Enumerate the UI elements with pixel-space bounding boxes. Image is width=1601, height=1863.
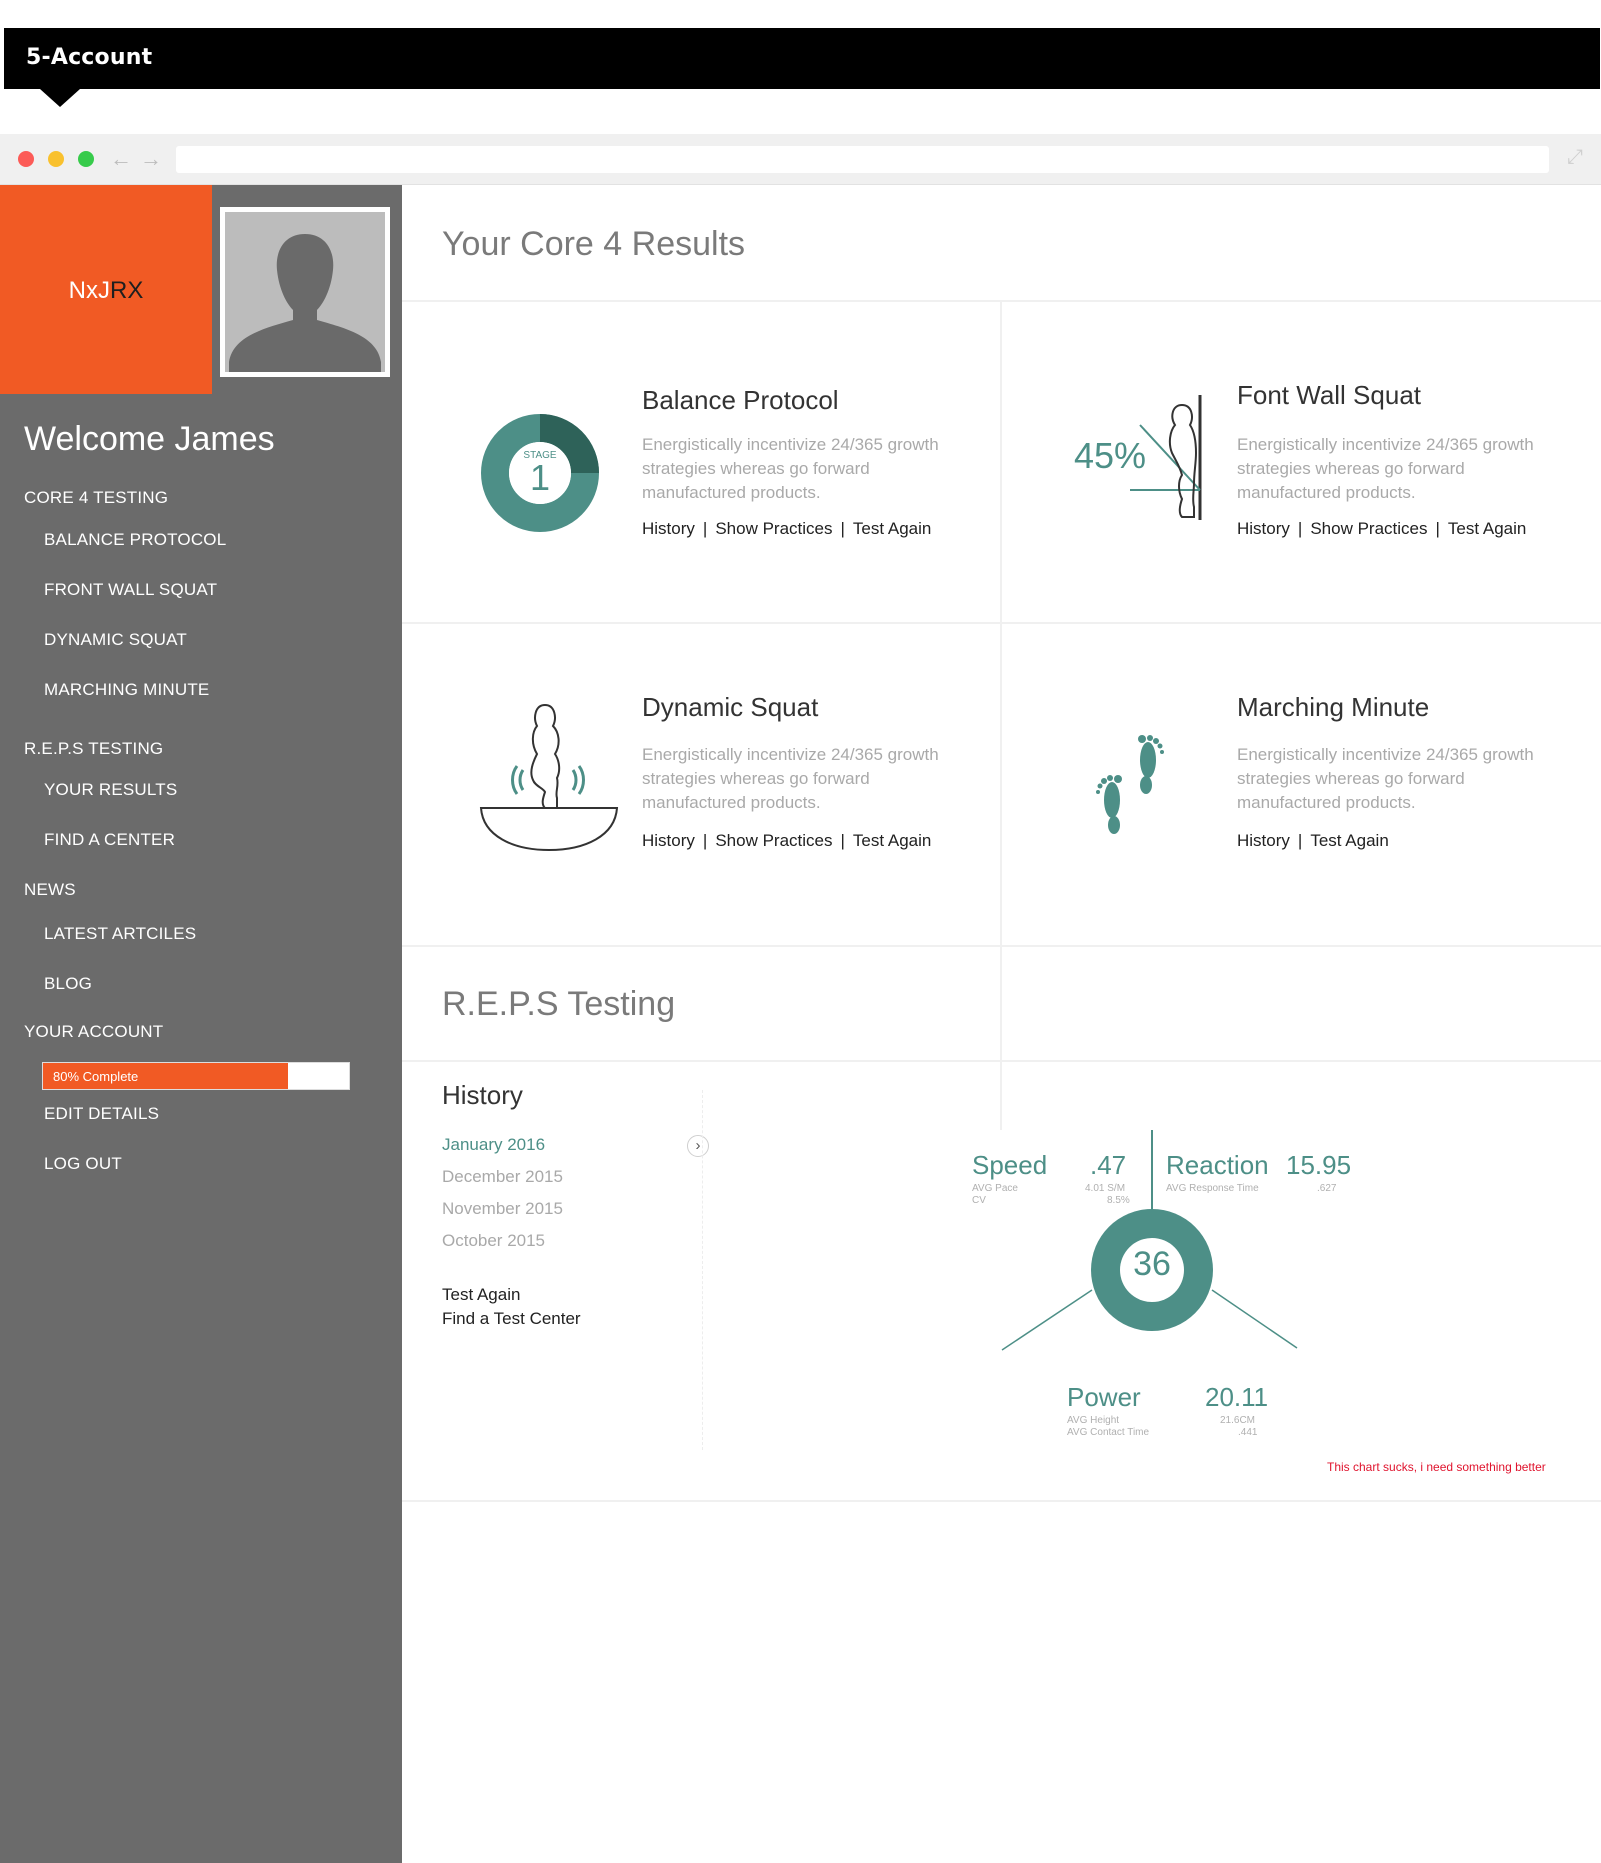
reaction-label: Reaction bbox=[1166, 1150, 1269, 1180]
reps-center-value: 36 bbox=[1133, 1245, 1171, 1283]
test-again-link[interactable]: Test Again bbox=[853, 519, 931, 538]
wall-squat-figure-icon bbox=[1130, 395, 1202, 520]
card-title-balance-protocol: Balance Protocol bbox=[642, 385, 839, 415]
card-title-font-wall-squat: Font Wall Squat bbox=[1237, 380, 1422, 410]
test-again-link[interactable]: Test Again bbox=[853, 831, 931, 850]
history-month-november-2015[interactable]: November 2015 bbox=[442, 1199, 563, 1219]
reaction-value: 15.95 bbox=[1286, 1150, 1352, 1180]
card-links-balance-protocol: History | Show Practices | Test Again bbox=[642, 519, 932, 538]
sidebar-item-marching-minute[interactable]: MARCHING MINUTE bbox=[44, 680, 209, 700]
speed-sub-val1: 4.01 S/M bbox=[1085, 1183, 1126, 1194]
card-title-dynamic-squat: Dynamic Squat bbox=[642, 692, 819, 722]
history-link[interactable]: History bbox=[1237, 831, 1290, 850]
footprints-icon bbox=[1096, 735, 1164, 834]
card-desc-marching-minute: Energistically incentivize 24/365 growth… bbox=[1237, 745, 1534, 812]
history-divider bbox=[702, 1090, 703, 1450]
history-link[interactable]: History bbox=[642, 519, 695, 538]
page-header: 5-Account bbox=[4, 28, 1600, 107]
avatar[interactable] bbox=[220, 207, 390, 377]
header-pointer bbox=[40, 89, 80, 107]
speed-sub-val2: 8.5% bbox=[1107, 1195, 1130, 1206]
sidebar-item-edit-details[interactable]: EDIT DETAILS bbox=[44, 1104, 159, 1124]
sidebar-item-log-out[interactable]: LOG OUT bbox=[44, 1154, 122, 1174]
card-desc-balance-protocol: Energistically incentivize 24/365 growth… bbox=[642, 435, 939, 502]
sidebar-item-latest-articles[interactable]: LATEST ARTCILES bbox=[44, 924, 196, 944]
card-links-marching-minute: History | Test Again bbox=[1237, 831, 1389, 850]
expand-icon[interactable]: ⤢ bbox=[1567, 146, 1583, 169]
progress-label: 80% Complete bbox=[53, 1068, 139, 1084]
chart-spoke-right bbox=[1211, 1289, 1298, 1349]
divider bbox=[402, 1060, 1601, 1062]
close-window-button[interactable] bbox=[18, 151, 34, 167]
card-links-font-wall-squat: History | Show Practices | Test Again bbox=[1237, 519, 1527, 538]
find-test-center-link[interactable]: Find a Test Center bbox=[442, 1309, 581, 1329]
speed-sub2: CV bbox=[972, 1195, 986, 1206]
power-sub-val2: .441 bbox=[1238, 1427, 1258, 1438]
reps-stats-chart bbox=[1001, 1130, 1298, 1351]
test-again-link[interactable]: Test Again bbox=[1310, 831, 1388, 850]
speed-label: Speed bbox=[972, 1150, 1048, 1180]
nav-section-your-account[interactable]: YOUR ACCOUNT bbox=[24, 1022, 163, 1042]
history-link[interactable]: History bbox=[642, 831, 695, 850]
brand-logo[interactable]: NxJRX bbox=[0, 277, 212, 305]
card-links-dynamic-squat: History | Show Practices | Test Again bbox=[642, 831, 932, 850]
reps-title: R.E.P.S Testing bbox=[442, 985, 676, 1023]
card-desc-dynamic-squat: Energistically incentivize 24/365 growth… bbox=[642, 745, 939, 812]
card-desc-font-wall-squat: Energistically incentivize 24/365 growth… bbox=[1237, 435, 1534, 502]
history-month-october-2015[interactable]: October 2015 bbox=[442, 1231, 545, 1251]
nav-section-news[interactable]: NEWS bbox=[24, 880, 76, 900]
sidebar-item-balance-protocol[interactable]: BALANCE PROTOCOL bbox=[44, 530, 226, 550]
sidebar-item-your-results[interactable]: YOUR RESULTS bbox=[44, 780, 177, 800]
power-sub2: AVG Contact Time bbox=[1067, 1427, 1150, 1438]
card-divider bbox=[1000, 302, 1002, 1130]
reaction-sub1: AVG Response Time bbox=[1166, 1183, 1259, 1194]
power-sub-val1: 21.6CM bbox=[1220, 1415, 1256, 1426]
show-practices-link[interactable]: Show Practices bbox=[1310, 519, 1427, 538]
card-title-marching-minute: Marching Minute bbox=[1237, 692, 1430, 722]
show-practices-link[interactable]: Show Practices bbox=[715, 519, 832, 538]
sidebar-item-blog[interactable]: BLOG bbox=[44, 974, 92, 994]
speed-sub1: AVG Pace bbox=[972, 1183, 1018, 1194]
sidebar-item-find-a-center[interactable]: FIND A CENTER bbox=[44, 830, 175, 850]
arrow-right-icon[interactable]: → bbox=[140, 146, 162, 172]
speed-value: .47 bbox=[1090, 1150, 1127, 1180]
power-sub1: AVG Height bbox=[1067, 1415, 1120, 1426]
stage-value: 1 bbox=[529, 457, 551, 498]
divider bbox=[402, 945, 1601, 947]
chevron-right-icon[interactable]: › bbox=[687, 1135, 709, 1157]
core-results-title: Your Core 4 Results bbox=[442, 225, 746, 263]
page-title: 5-Account bbox=[26, 45, 153, 70]
divider bbox=[402, 622, 1601, 624]
history-title: History bbox=[442, 1080, 523, 1110]
test-again-link[interactable]: Test Again bbox=[442, 1285, 520, 1305]
reaction-sub-val1: .627 bbox=[1317, 1183, 1337, 1194]
divider bbox=[402, 1500, 1601, 1502]
sidebar-item-dynamic-squat[interactable]: DYNAMIC SQUAT bbox=[44, 630, 187, 650]
history-month-december-2015[interactable]: December 2015 bbox=[442, 1167, 563, 1187]
arrow-left-icon[interactable]: ← bbox=[110, 146, 132, 172]
nav-section-core4[interactable]: CORE 4 TESTING bbox=[24, 488, 168, 508]
brand-block: NxJRX bbox=[0, 185, 212, 394]
welcome-text: Welcome James bbox=[24, 420, 275, 458]
maximize-window-button[interactable] bbox=[78, 151, 94, 167]
history-month-january-2016[interactable]: January 2016 bbox=[442, 1135, 545, 1155]
sidebar: NxJRX Welcome James CORE 4 TESTING BALAN… bbox=[0, 185, 402, 1863]
nav-section-reps[interactable]: R.E.P.S TESTING bbox=[24, 739, 163, 759]
power-label: Power bbox=[1067, 1382, 1141, 1412]
browser-bar: ← → ⤢ bbox=[0, 134, 1601, 185]
power-value: 20.11 bbox=[1205, 1382, 1269, 1412]
profile-progress-bar: 80% Complete bbox=[42, 1062, 350, 1090]
user-silhouette-icon bbox=[225, 212, 385, 372]
history-link[interactable]: History bbox=[1237, 519, 1290, 538]
dynamic-squat-figure-icon bbox=[479, 703, 619, 852]
show-practices-link[interactable]: Show Practices bbox=[715, 831, 832, 850]
sidebar-item-front-wall-squat[interactable]: FRONT WALL SQUAT bbox=[44, 580, 217, 600]
chart-spoke-left bbox=[1001, 1289, 1093, 1351]
minimize-window-button[interactable] bbox=[48, 151, 64, 167]
test-again-link[interactable]: Test Again bbox=[1448, 519, 1526, 538]
chart-note: This chart sucks, i need something bette… bbox=[1327, 1460, 1546, 1474]
url-bar[interactable] bbox=[176, 146, 1549, 173]
progress-fill: 80% Complete bbox=[43, 1063, 288, 1089]
